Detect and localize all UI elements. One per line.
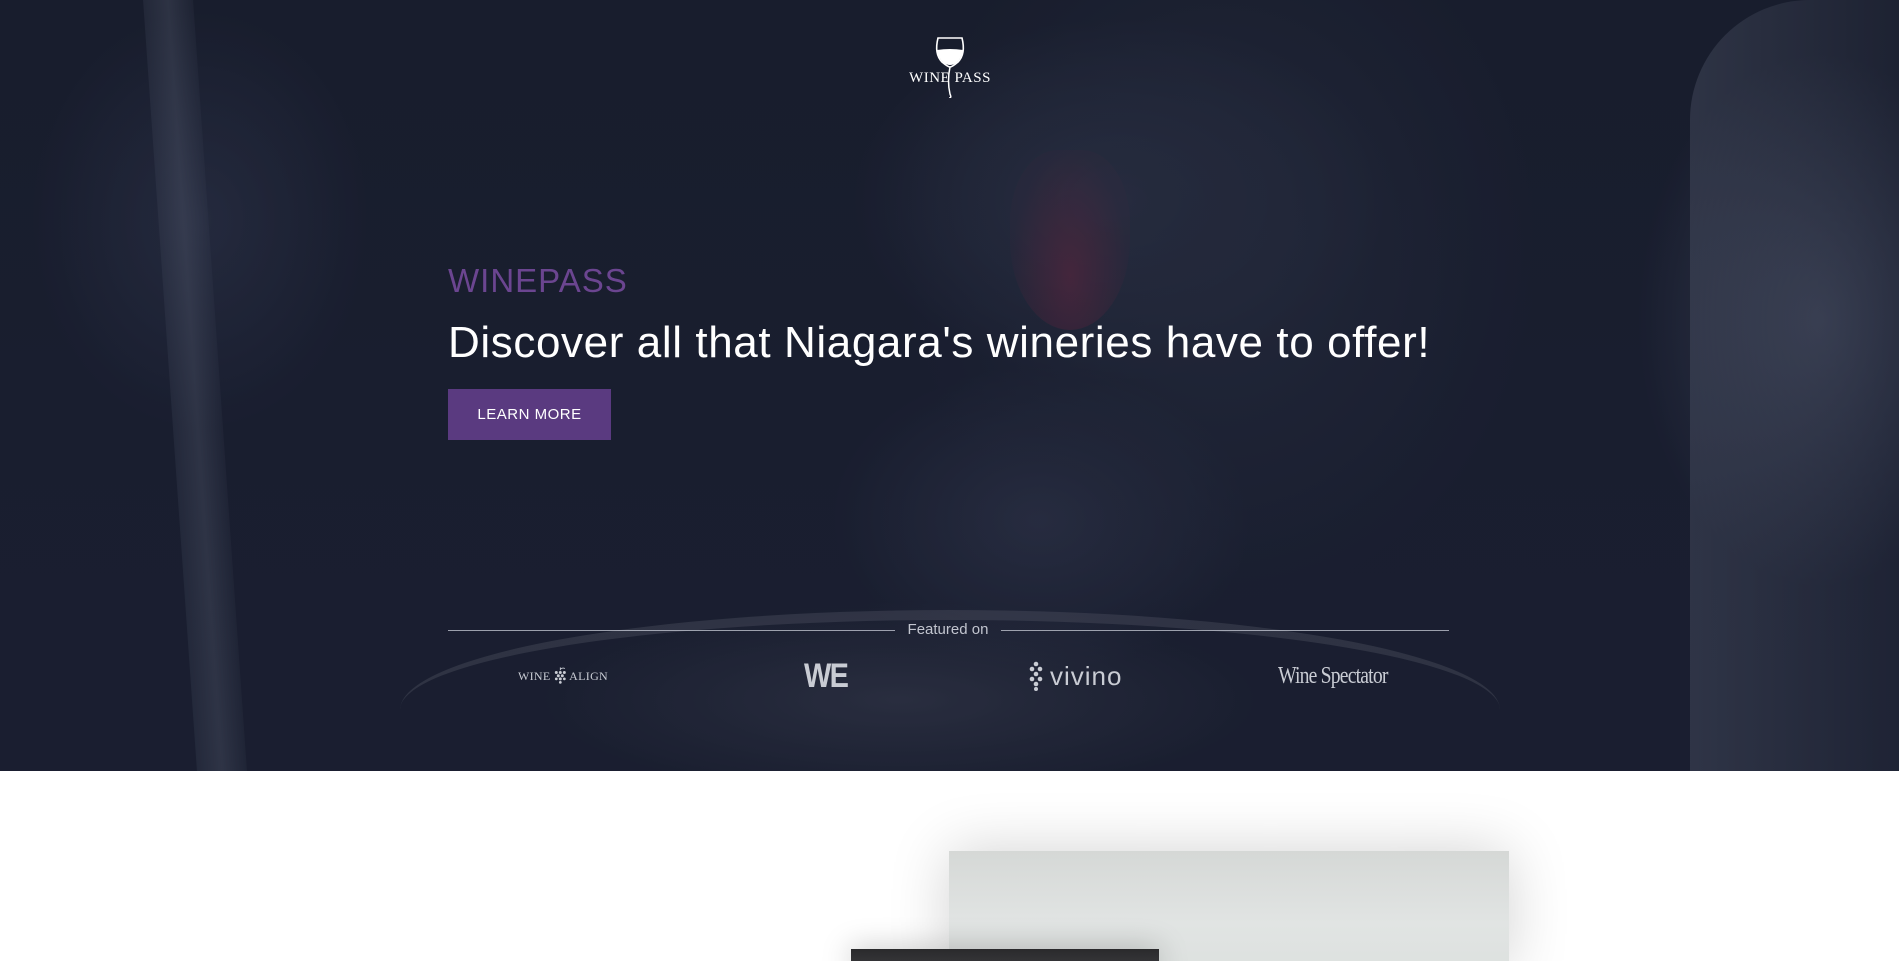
hero-eyebrow: WINEPASS: [448, 262, 628, 299]
divider-line-left: [448, 630, 895, 631]
site-logo[interactable]: WINE PASS: [903, 36, 997, 100]
press-logo-wine-spectator: Wine Spectator: [1278, 662, 1388, 689]
press-logo-vivino: vivino: [1028, 655, 1128, 697]
featured-on-label: Featured on: [907, 621, 989, 638]
logo-text: WINE PASS: [909, 70, 991, 86]
wine-glass-icon: [935, 37, 965, 98]
winealign-text-2: ALIGN: [569, 668, 608, 683]
grape-dots-icon: [1029, 661, 1043, 691]
divider-line-right: [1001, 630, 1449, 631]
press-logo-wine-enthusiast: WE: [804, 656, 849, 695]
hero-overlay: [0, 0, 1899, 771]
grape-cluster-icon: [554, 667, 566, 684]
intro-section: [0, 771, 1899, 961]
winealign-text-1: WINE: [518, 668, 551, 683]
page: WINE PASS WINEPASS Discover all that Nia…: [0, 0, 1899, 961]
vineyard-photo: [949, 851, 1509, 961]
tasting-photo: [851, 949, 1159, 961]
learn-more-button[interactable]: LEARN MORE: [448, 389, 611, 440]
vivino-text: vivino: [1050, 660, 1123, 691]
press-logo-winealign: WINE ALIGN: [518, 655, 608, 697]
hero-headline: Discover all that Niagara's wineries hav…: [448, 318, 1431, 367]
featured-on-divider: Featured on: [448, 621, 1449, 639]
hero-section: WINE PASS WINEPASS Discover all that Nia…: [0, 0, 1899, 771]
